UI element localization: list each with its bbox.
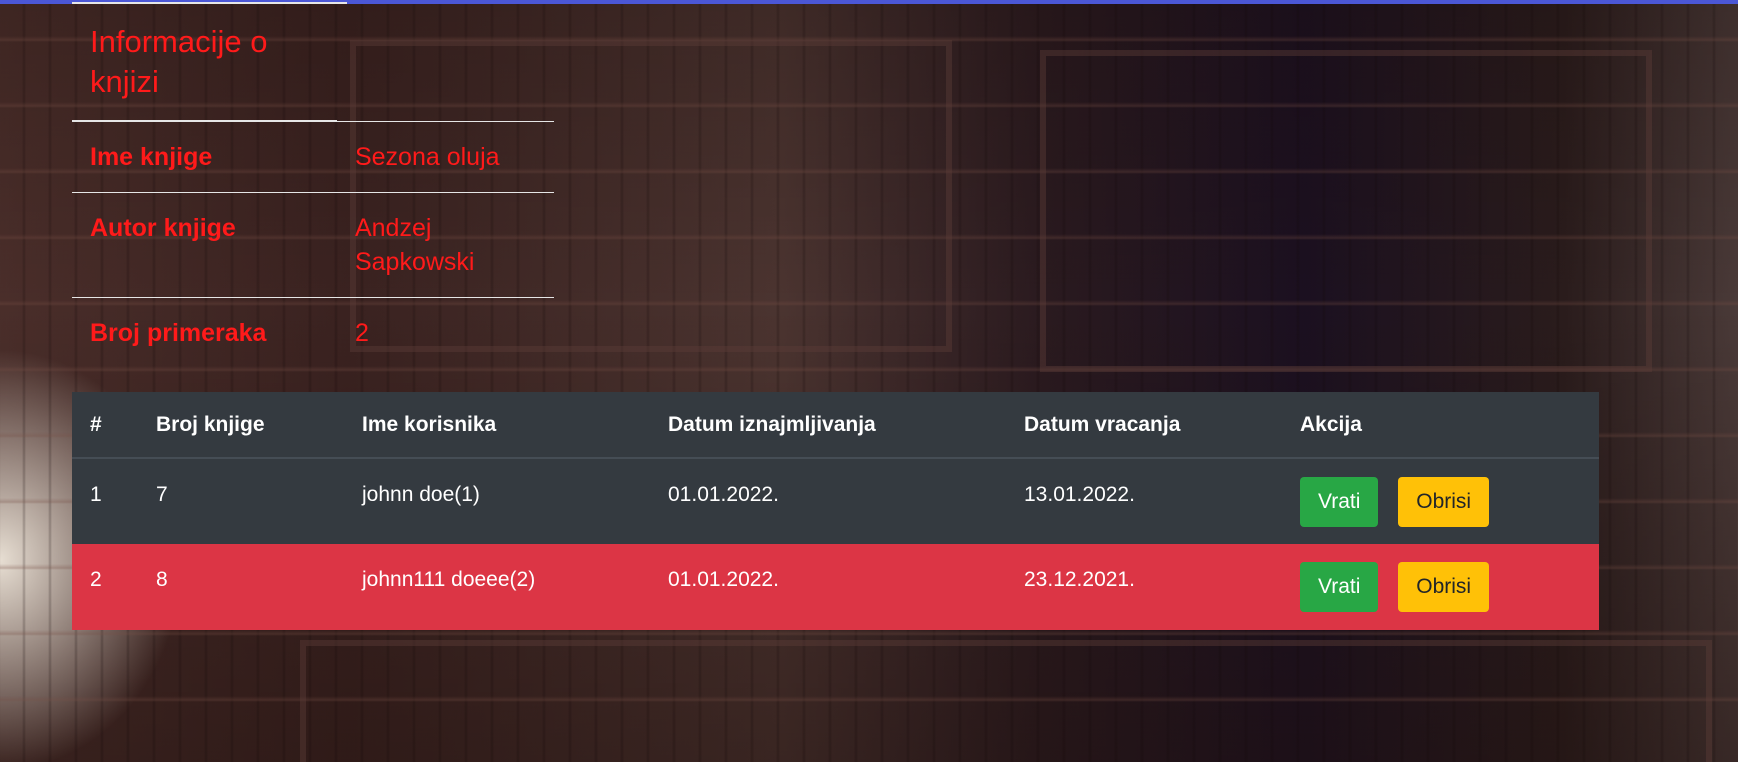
cell-date-lent: 01.01.2022.: [668, 483, 779, 506]
header-action: Akcija: [1282, 392, 1599, 459]
header-book-number: Broj knjige: [138, 392, 344, 459]
cell-user-name: johnn doe(1): [362, 483, 480, 506]
book-author-label: Autor knjige: [72, 192, 337, 298]
book-author-value: Andzej Sapkowski: [336, 192, 554, 298]
book-info-row-author: Autor knjige Andzej Sapkowski: [72, 192, 554, 298]
table-row: 1 7 johnn doe(1) 01.01.2022. 13.01.2022.…: [72, 458, 1599, 544]
delete-button[interactable]: Obrisi: [1398, 476, 1490, 527]
header-date-returned: Datum vracanja: [1006, 392, 1282, 459]
loans-table: # Broj knjige Ime korisnika Datum iznajm…: [72, 392, 1599, 630]
cell-date-lent: 01.01.2022.: [668, 568, 779, 591]
cell-book-number: 7: [156, 483, 168, 506]
book-copies-value: 2: [336, 297, 554, 368]
cell-book-number: 8: [156, 568, 168, 591]
header-user-name: Ime korisnika: [344, 392, 650, 459]
delete-button[interactable]: Obrisi: [1398, 562, 1490, 612]
cell-actions: Vrati Obrisi: [1282, 458, 1599, 544]
background-shelf-frame: [1040, 50, 1652, 372]
background-shelf-frame: [300, 640, 1712, 762]
book-title-value: Sezona oluja: [336, 120, 554, 193]
cell-date-returned: 13.01.2022.: [1024, 483, 1135, 506]
cell-num: 1: [90, 483, 102, 506]
return-button[interactable]: Vrati: [1300, 562, 1379, 612]
book-info-heading: Informacije o knjizi: [72, 8, 337, 122]
header-num: #: [72, 392, 138, 459]
header-date-lent: Datum iznajmljivanja: [650, 392, 1006, 459]
book-info-row-title: Ime knjige Sezona oluja: [72, 120, 554, 193]
book-info-row-copies: Broj primeraka 2: [72, 297, 554, 368]
cell-date-returned: 23.12.2021.: [1024, 568, 1135, 591]
book-copies-label: Broj primeraka: [72, 297, 337, 368]
book-title-label: Ime knjige: [72, 120, 337, 193]
table-row: 2 8 johnn111 doeee(2) 01.01.2022. 23.12.…: [72, 544, 1599, 630]
return-button[interactable]: Vrati: [1300, 476, 1379, 527]
cell-actions: Vrati Obrisi: [1282, 544, 1599, 630]
loans-table-header: # Broj knjige Ime korisnika Datum iznajm…: [72, 392, 1599, 459]
cell-user-name: johnn111 doeee(2): [362, 568, 536, 591]
book-info-table: Informacije o knjizi Ime knjige Sezona o…: [72, 8, 554, 368]
top-tab-indicator: [72, 2, 347, 4]
cell-num: 2: [90, 568, 102, 591]
